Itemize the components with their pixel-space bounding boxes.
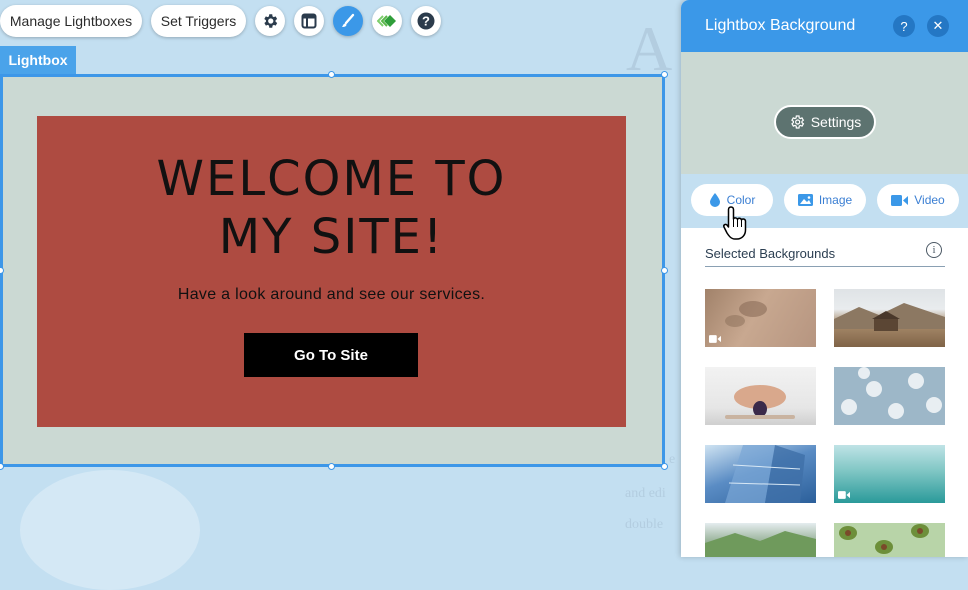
background-thumbnail[interactable] — [834, 445, 945, 503]
avocado-pattern-image — [839, 524, 929, 554]
glass-building-image — [725, 445, 805, 503]
yoga-pose-image — [725, 385, 795, 419]
leaf-shadow-image — [725, 301, 767, 327]
background-preview: Settings — [681, 52, 968, 174]
hero-title-line: MY SITE! — [218, 209, 445, 265]
video-camera-icon — [709, 335, 721, 343]
settings-label: Settings — [810, 114, 862, 130]
svg-text:?: ? — [422, 14, 430, 29]
image-tab[interactable]: Image — [784, 184, 866, 216]
background-thumbnail[interactable] — [705, 367, 816, 425]
background-thumbnail[interactable] — [834, 367, 945, 425]
video-camera-icon — [891, 194, 909, 206]
section-title: Selected Backgrounds — [705, 246, 836, 261]
hero-subtitle: Have a look around and see our services. — [177, 286, 486, 303]
green-hills-image — [705, 531, 816, 557]
info-icon[interactable]: i — [926, 242, 942, 258]
background-thumbnail[interactable] — [705, 523, 816, 557]
help-icon: ? — [417, 12, 435, 30]
resize-handle[interactable] — [328, 463, 335, 470]
video-camera-icon — [838, 491, 850, 499]
manage-lightboxes-button[interactable]: Manage Lightboxes — [0, 5, 142, 37]
section-divider — [705, 266, 945, 267]
image-tab-label: Image — [818, 193, 853, 207]
background-settings-button[interactable]: Settings — [774, 105, 876, 139]
hero-title: WELCOME TO MY SITE! — [37, 150, 626, 266]
mountain-cabin-image — [834, 303, 945, 331]
panel-help-button[interactable]: ? — [893, 15, 915, 37]
video-tab[interactable]: Video — [877, 184, 959, 216]
resize-handle[interactable] — [328, 71, 335, 78]
settings-gear-button[interactable] — [255, 6, 285, 36]
hand-pointer-cursor-icon — [723, 206, 747, 240]
panel-title: Lightbox Background — [705, 17, 856, 34]
animation-button[interactable] — [372, 6, 402, 36]
resize-handle[interactable] — [0, 463, 4, 470]
background-thumbnail[interactable] — [705, 445, 816, 503]
lightbox-background-panel: Lightbox Background ? ✕ Settings Color I… — [681, 0, 968, 557]
animation-icon — [377, 15, 396, 27]
video-tab-label: Video — [914, 193, 945, 207]
layout-icon — [301, 13, 317, 29]
background-text-fragment: e — [669, 452, 676, 467]
background-thumbnail[interactable] — [834, 523, 945, 557]
layout-button[interactable] — [294, 6, 324, 36]
image-icon — [797, 194, 813, 206]
panel-header: Lightbox Background ? ✕ — [681, 0, 968, 52]
background-text-fragment: and edi — [625, 486, 666, 501]
lightbox-tag[interactable]: Lightbox — [0, 46, 76, 74]
set-triggers-button[interactable]: Set Triggers — [151, 5, 246, 37]
panel-close-button[interactable]: ✕ — [927, 15, 949, 37]
glasses-pattern-image — [841, 367, 942, 419]
resize-handle[interactable] — [661, 71, 668, 78]
design-brush-icon — [342, 13, 355, 27]
droplet-icon — [709, 193, 720, 207]
background-decoration — [20, 470, 200, 590]
resize-handle[interactable] — [661, 463, 668, 470]
background-text-fragment: double — [625, 517, 664, 532]
help-button[interactable]: ? — [411, 6, 441, 36]
design-button[interactable] — [333, 6, 363, 36]
gear-icon — [790, 115, 804, 129]
background-thumbnail[interactable] — [705, 289, 816, 347]
hero-title-line: WELCOME TO — [156, 151, 507, 207]
resize-handle[interactable] — [661, 267, 668, 274]
background-thumbnail[interactable] — [834, 289, 945, 347]
welcome-strip[interactable]: WELCOME TO MY SITE! Have a look around a… — [37, 116, 626, 427]
gear-icon — [264, 14, 278, 28]
go-to-site-button[interactable]: Go To Site — [244, 333, 418, 377]
